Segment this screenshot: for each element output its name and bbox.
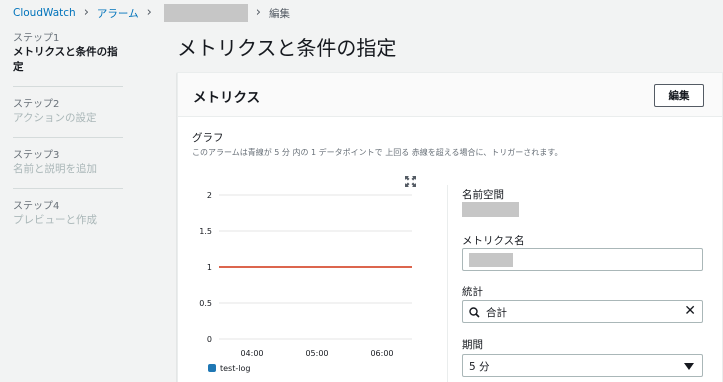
breadcrumb-alarms-link[interactable]: アラーム bbox=[97, 6, 139, 21]
redacted-alarm-name bbox=[163, 4, 248, 22]
page-title: メトリクスと条件の指定 bbox=[177, 36, 397, 60]
breadcrumb: CloudWatch › アラーム › › 編集 bbox=[13, 4, 290, 22]
y-tick-label: 0.5 bbox=[199, 299, 212, 308]
redacted-namespace-value bbox=[462, 202, 519, 217]
breadcrumb-cloudwatch-link[interactable]: CloudWatch bbox=[13, 7, 76, 19]
namespace-label: 名前空間 bbox=[462, 189, 504, 201]
y-tick-label: 1 bbox=[207, 263, 212, 272]
x-tick-label: 05:00 bbox=[305, 349, 328, 358]
wizard-step-2: ステップ2 アクションの設定 bbox=[13, 98, 123, 138]
legend-label: test-log bbox=[220, 364, 250, 373]
wizard-step-4: ステップ4 プレビューと作成 bbox=[13, 200, 123, 239]
x-tick-label: 04:00 bbox=[240, 349, 263, 358]
panel-header: メトリクス 編集 bbox=[178, 73, 722, 117]
search-icon bbox=[469, 307, 480, 318]
period-value: 5 分 bbox=[469, 361, 490, 373]
statistic-value: 合計 bbox=[486, 307, 507, 319]
statistic-label: 統計 bbox=[462, 286, 483, 298]
period-label: 期間 bbox=[462, 339, 483, 351]
graph-title: グラフ bbox=[192, 132, 224, 144]
statistic-search-input[interactable]: 合計 ✕ bbox=[462, 300, 703, 323]
step-title: プレビューと作成 bbox=[13, 214, 97, 226]
x-tick-label: 06:00 bbox=[370, 349, 393, 358]
metric-name-label: メトリクス名 bbox=[462, 235, 525, 247]
step-title: アクションの設定 bbox=[13, 112, 97, 124]
step-number: ステップ1 bbox=[13, 33, 60, 44]
chevron-right-icon: › bbox=[255, 5, 261, 20]
step-number: ステップ2 bbox=[13, 99, 60, 110]
edit-button[interactable]: 編集 bbox=[654, 84, 704, 107]
y-tick-label: 1.5 bbox=[199, 227, 212, 236]
y-tick-label: 0 bbox=[207, 335, 212, 344]
caret-down-icon bbox=[684, 363, 694, 370]
wizard-steps: ステップ1 メトリクスと条件の指定 ステップ2 アクションの設定 ステップ3 名… bbox=[13, 32, 123, 250]
metric-chart: 2 1.5 1 0.5 0 04:00 05:00 06:00 test-log bbox=[199, 191, 412, 373]
step-number: ステップ4 bbox=[13, 201, 60, 212]
wizard-step-1: ステップ1 メトリクスと条件の指定 bbox=[13, 32, 123, 87]
divider bbox=[447, 185, 448, 382]
chevron-right-icon: › bbox=[83, 5, 89, 20]
wizard-step-3: ステップ3 名前と説明を追加 bbox=[13, 149, 123, 189]
step-number: ステップ3 bbox=[13, 150, 60, 161]
chevron-right-icon: › bbox=[146, 5, 152, 20]
y-tick-label: 2 bbox=[207, 191, 212, 200]
step-title: 名前と説明を追加 bbox=[13, 163, 97, 175]
graph-description: このアラームは青線が 5 分 内の 1 データポイントで 上回る 赤線を超える場… bbox=[192, 148, 563, 157]
step-title: メトリクスと条件の指定 bbox=[13, 46, 118, 73]
breadcrumb-current: 編集 bbox=[268, 7, 290, 20]
metric-name-field[interactable] bbox=[462, 248, 703, 271]
clear-icon[interactable]: ✕ bbox=[684, 304, 696, 318]
panel-title: メトリクス bbox=[193, 90, 261, 106]
redacted-metric-name-value bbox=[469, 253, 513, 267]
period-select[interactable]: 5 分 bbox=[462, 354, 703, 377]
legend-swatch bbox=[208, 364, 216, 372]
